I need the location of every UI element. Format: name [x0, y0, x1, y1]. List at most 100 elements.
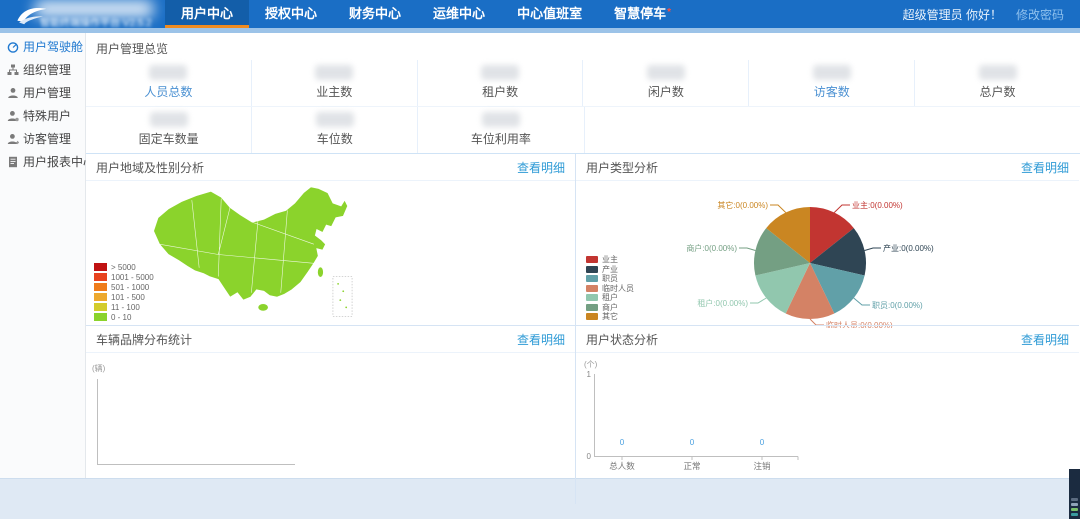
widget-segment	[1071, 498, 1078, 501]
widget-segment	[1071, 508, 1078, 511]
view-detail-link[interactable]: 查看明细	[1021, 331, 1069, 348]
map-legend-item: > 5000	[94, 262, 154, 272]
x-category-label: 注销	[753, 461, 771, 471]
overview-title: 用户管理总览	[86, 33, 1080, 60]
bar-value-label: 0	[760, 438, 765, 447]
floating-widget[interactable]	[1069, 469, 1080, 519]
stat-label: 闲户数	[648, 83, 684, 100]
tab-label: 用户中心	[181, 3, 233, 22]
tab-label: 授权中心	[265, 3, 317, 22]
user-type-panel: 用户类型分析 查看明细	[576, 154, 1079, 325]
tab-ops-center[interactable]: 运维中心	[417, 0, 501, 28]
stat-label: 人员总数	[144, 83, 192, 100]
stat-empty-cell	[915, 107, 1080, 153]
sidebar-item-dashboard[interactable]: 用户驾驶舱	[0, 35, 85, 58]
stat-owners: 业主数	[252, 60, 418, 106]
sidebar-item-label: 组织管理	[23, 61, 71, 78]
hainan-island[interactable]	[258, 304, 268, 311]
redacted-value	[813, 65, 851, 80]
visitor-icon	[7, 133, 19, 145]
pie-legend-item[interactable]: 其它	[586, 312, 634, 322]
x-category-label: 总人数	[609, 461, 635, 471]
stat-label: 车位利用率	[471, 130, 531, 147]
tab-finance-center[interactable]: 财务中心	[333, 0, 417, 28]
report-icon	[7, 156, 19, 168]
bar-value-label: 0	[620, 438, 625, 447]
tab-label: 财务中心	[349, 3, 401, 22]
map-legend-item: 501 - 1000	[94, 282, 154, 292]
sidebar-item-user-reports[interactable]: 用户报表中心	[0, 150, 85, 173]
tab-smart-parking[interactable]: 智慧停车*	[598, 0, 687, 28]
main-content: 用户管理总览 人员总数 业主数 租户数 闲户数 访客数 总户数 固定车数量 车位…	[86, 33, 1080, 478]
sidebar-item-label: 用户报表中心	[23, 153, 95, 170]
stat-tenants: 租户数	[418, 60, 584, 106]
tab-user-center[interactable]: 用户中心	[165, 0, 249, 28]
china-map-chart: > 5000 1001 - 5000 501 - 1000 101 - 500 …	[86, 181, 575, 328]
view-detail-link[interactable]: 查看明细	[1021, 159, 1069, 176]
region-gender-panel: 用户地域及性别分析 查看明细 > 5000	[86, 154, 576, 325]
pie-label: 商户:0(0.00%)	[686, 243, 737, 253]
sidebar-item-org-management[interactable]: 组织管理	[0, 58, 85, 81]
tab-duty-room[interactable]: 中心值班室	[501, 0, 598, 28]
user-status-panel: 用户状态分析 查看明细 (个) 1 0 0 0 0	[576, 325, 1079, 504]
south-china-sea-inset	[333, 277, 352, 317]
view-detail-link[interactable]: 查看明细	[517, 331, 565, 348]
x-category-label: 正常	[683, 461, 700, 471]
sidebar-item-user-management[interactable]: 用户管理	[0, 81, 85, 104]
stat-label: 租户数	[482, 83, 518, 100]
stat-total-households: 总户数	[915, 60, 1080, 106]
dashboard-icon	[7, 41, 19, 53]
left-sidebar: 用户驾驶舱 组织管理 用户管理 特殊用户	[0, 33, 86, 478]
y-tick-min: 0	[587, 452, 592, 461]
redacted-value	[316, 112, 354, 127]
stat-vacant-households: 闲户数	[583, 60, 749, 106]
stat-label: 车位数	[317, 130, 353, 147]
user-icon	[7, 87, 19, 99]
pie-label: 其它:0(0.00%)	[717, 200, 768, 210]
stat-parking-spaces: 车位数	[252, 107, 418, 153]
widget-segment	[1071, 503, 1078, 506]
y-tick-max: 1	[587, 370, 592, 379]
sidebar-item-special-users[interactable]: 特殊用户	[0, 104, 85, 127]
stat-total-people: 人员总数	[86, 60, 252, 106]
stats-row-1: 人员总数 业主数 租户数 闲户数 访客数 总户数	[86, 60, 1080, 106]
china-mainland[interactable]	[154, 187, 348, 300]
charts-grid: 用户地域及性别分析 查看明细 > 5000	[86, 154, 1080, 504]
sidebar-item-label: 访客管理	[23, 130, 71, 147]
stat-label: 业主数	[316, 83, 352, 100]
sidebar-item-visitor-management[interactable]: 访客管理	[0, 127, 85, 150]
tab-auth-center[interactable]: 授权中心	[249, 0, 333, 28]
bar-value-label: 0	[690, 438, 695, 447]
logo-text: 智能终端操作平台 V2.5.2	[40, 14, 152, 28]
app-logo: 智能终端操作平台 V2.5.2	[0, 0, 165, 28]
user-overview-panel: 用户管理总览 人员总数 业主数 租户数 闲户数 访客数 总户数 固定车数量 车位…	[86, 33, 1080, 154]
redacted-value	[149, 65, 187, 80]
map-legend-item: 101 - 500	[94, 292, 154, 302]
vehicle-brand-bar-chart: (辆)	[86, 353, 575, 507]
user-status-bar-chart: (个) 1 0 0 0 0 总人数 正常 注销	[576, 353, 1079, 507]
redacted-value	[315, 65, 353, 80]
sidebar-item-label: 特殊用户	[23, 107, 71, 124]
redacted-value	[482, 112, 520, 127]
tab-label: 智慧停车	[614, 3, 666, 22]
stat-visitors: 访客数	[749, 60, 915, 106]
stat-fixed-vehicles: 固定车数量	[86, 107, 252, 153]
change-password-link[interactable]: 修改密码	[1016, 6, 1064, 23]
view-detail-link[interactable]: 查看明细	[517, 159, 565, 176]
special-user-icon	[7, 110, 19, 122]
navbar-right: 超级管理员 你好！ 修改密码	[903, 0, 1080, 28]
stat-empty-cell	[750, 107, 915, 153]
org-icon	[7, 64, 19, 76]
y-axis-unit: (个)	[584, 360, 598, 369]
pie-legend: 业主 产业 职员 临时人员 租户 商户 其它	[586, 255, 634, 322]
taiwan-island[interactable]	[318, 267, 324, 277]
pie-label: 产业:0(0.00%)	[883, 243, 934, 253]
sidebar-item-label: 用户驾驶舱	[23, 38, 83, 55]
stat-label: 访客数	[814, 83, 850, 100]
stat-empty-cell	[585, 107, 750, 153]
pie-label: 业主:0(0.00%)	[852, 200, 903, 210]
china-map	[114, 181, 424, 328]
user-type-pie-chart: 业主:0(0.00%) 产业:0(0.00%) 职员:0(0.00%) 临时人员…	[576, 181, 1079, 328]
nav-tabs: 用户中心 授权中心 财务中心 运维中心 中心值班室 智慧停车*	[165, 0, 687, 28]
redacted-value	[481, 65, 519, 80]
